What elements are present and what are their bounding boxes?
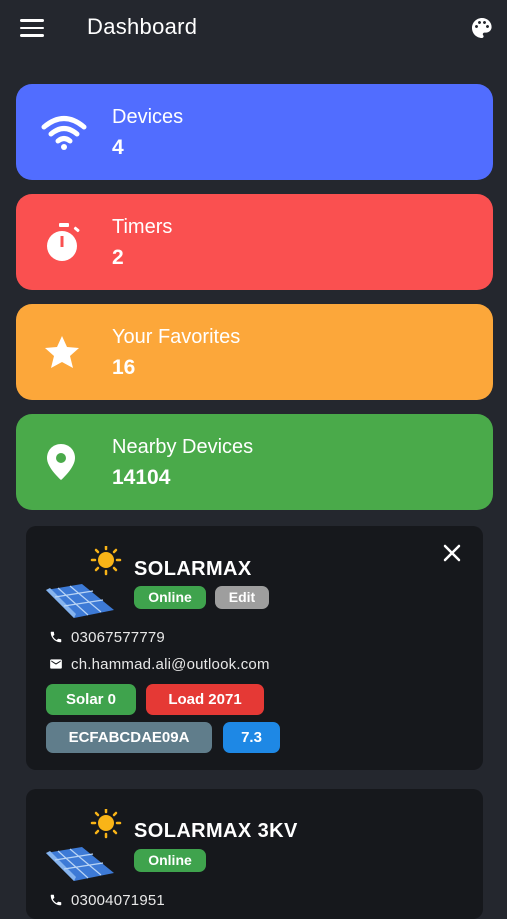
device-name: SOLARMAX <box>134 558 252 580</box>
solar-panel-icon <box>46 546 122 618</box>
favorites-card[interactable]: Your Favorites 16 <box>16 304 493 400</box>
devices-count: 4 <box>112 136 124 159</box>
wifi-icon <box>41 116 87 150</box>
version-badge: 7.3 <box>223 722 280 753</box>
device-card[interactable]: SOLARMAX Online Edit 03067577779 ch.hamm… <box>26 526 483 770</box>
nearby-devices-label: Nearby Devices <box>112 436 254 458</box>
device-name: SOLARMAX 3KV <box>134 820 298 842</box>
palette-icon[interactable] <box>470 16 494 40</box>
close-icon[interactable] <box>443 544 461 562</box>
email-address: ch.hammad.ali@outlook.com <box>71 656 270 673</box>
phone-number: 03067577779 <box>71 629 165 646</box>
phone-icon <box>50 894 62 906</box>
email-icon <box>50 659 62 669</box>
solar-panel-icon <box>46 809 122 881</box>
hamburger-menu-icon[interactable] <box>20 19 44 37</box>
app-bar: Dashboard <box>0 0 507 56</box>
devices-label: Devices <box>112 106 184 128</box>
status-badge: Online <box>134 849 206 872</box>
page-title: Dashboard <box>87 14 198 39</box>
nearby-devices-count: 14104 <box>112 466 171 489</box>
timers-count: 2 <box>112 246 124 269</box>
phone-number: 03004071951 <box>71 892 165 909</box>
favorites-label: Your Favorites <box>112 326 241 348</box>
edit-button[interactable]: Edit <box>215 586 269 609</box>
devices-card[interactable]: Devices 4 <box>16 84 493 180</box>
stopwatch-icon <box>47 223 80 261</box>
device-id-badge: ECFABCDAE09A <box>46 722 212 753</box>
load-badge: Load 2071 <box>146 684 264 715</box>
timers-card[interactable]: Timers 2 <box>16 194 493 290</box>
solar-badge: Solar 0 <box>46 684 136 715</box>
nearby-devices-card[interactable]: Nearby Devices 14104 <box>16 414 493 510</box>
phone-icon <box>50 631 62 643</box>
favorites-count: 16 <box>112 356 136 379</box>
location-pin-icon <box>47 444 75 480</box>
timers-label: Timers <box>112 216 173 238</box>
star-icon <box>45 336 79 368</box>
status-badge: Online <box>134 586 206 609</box>
